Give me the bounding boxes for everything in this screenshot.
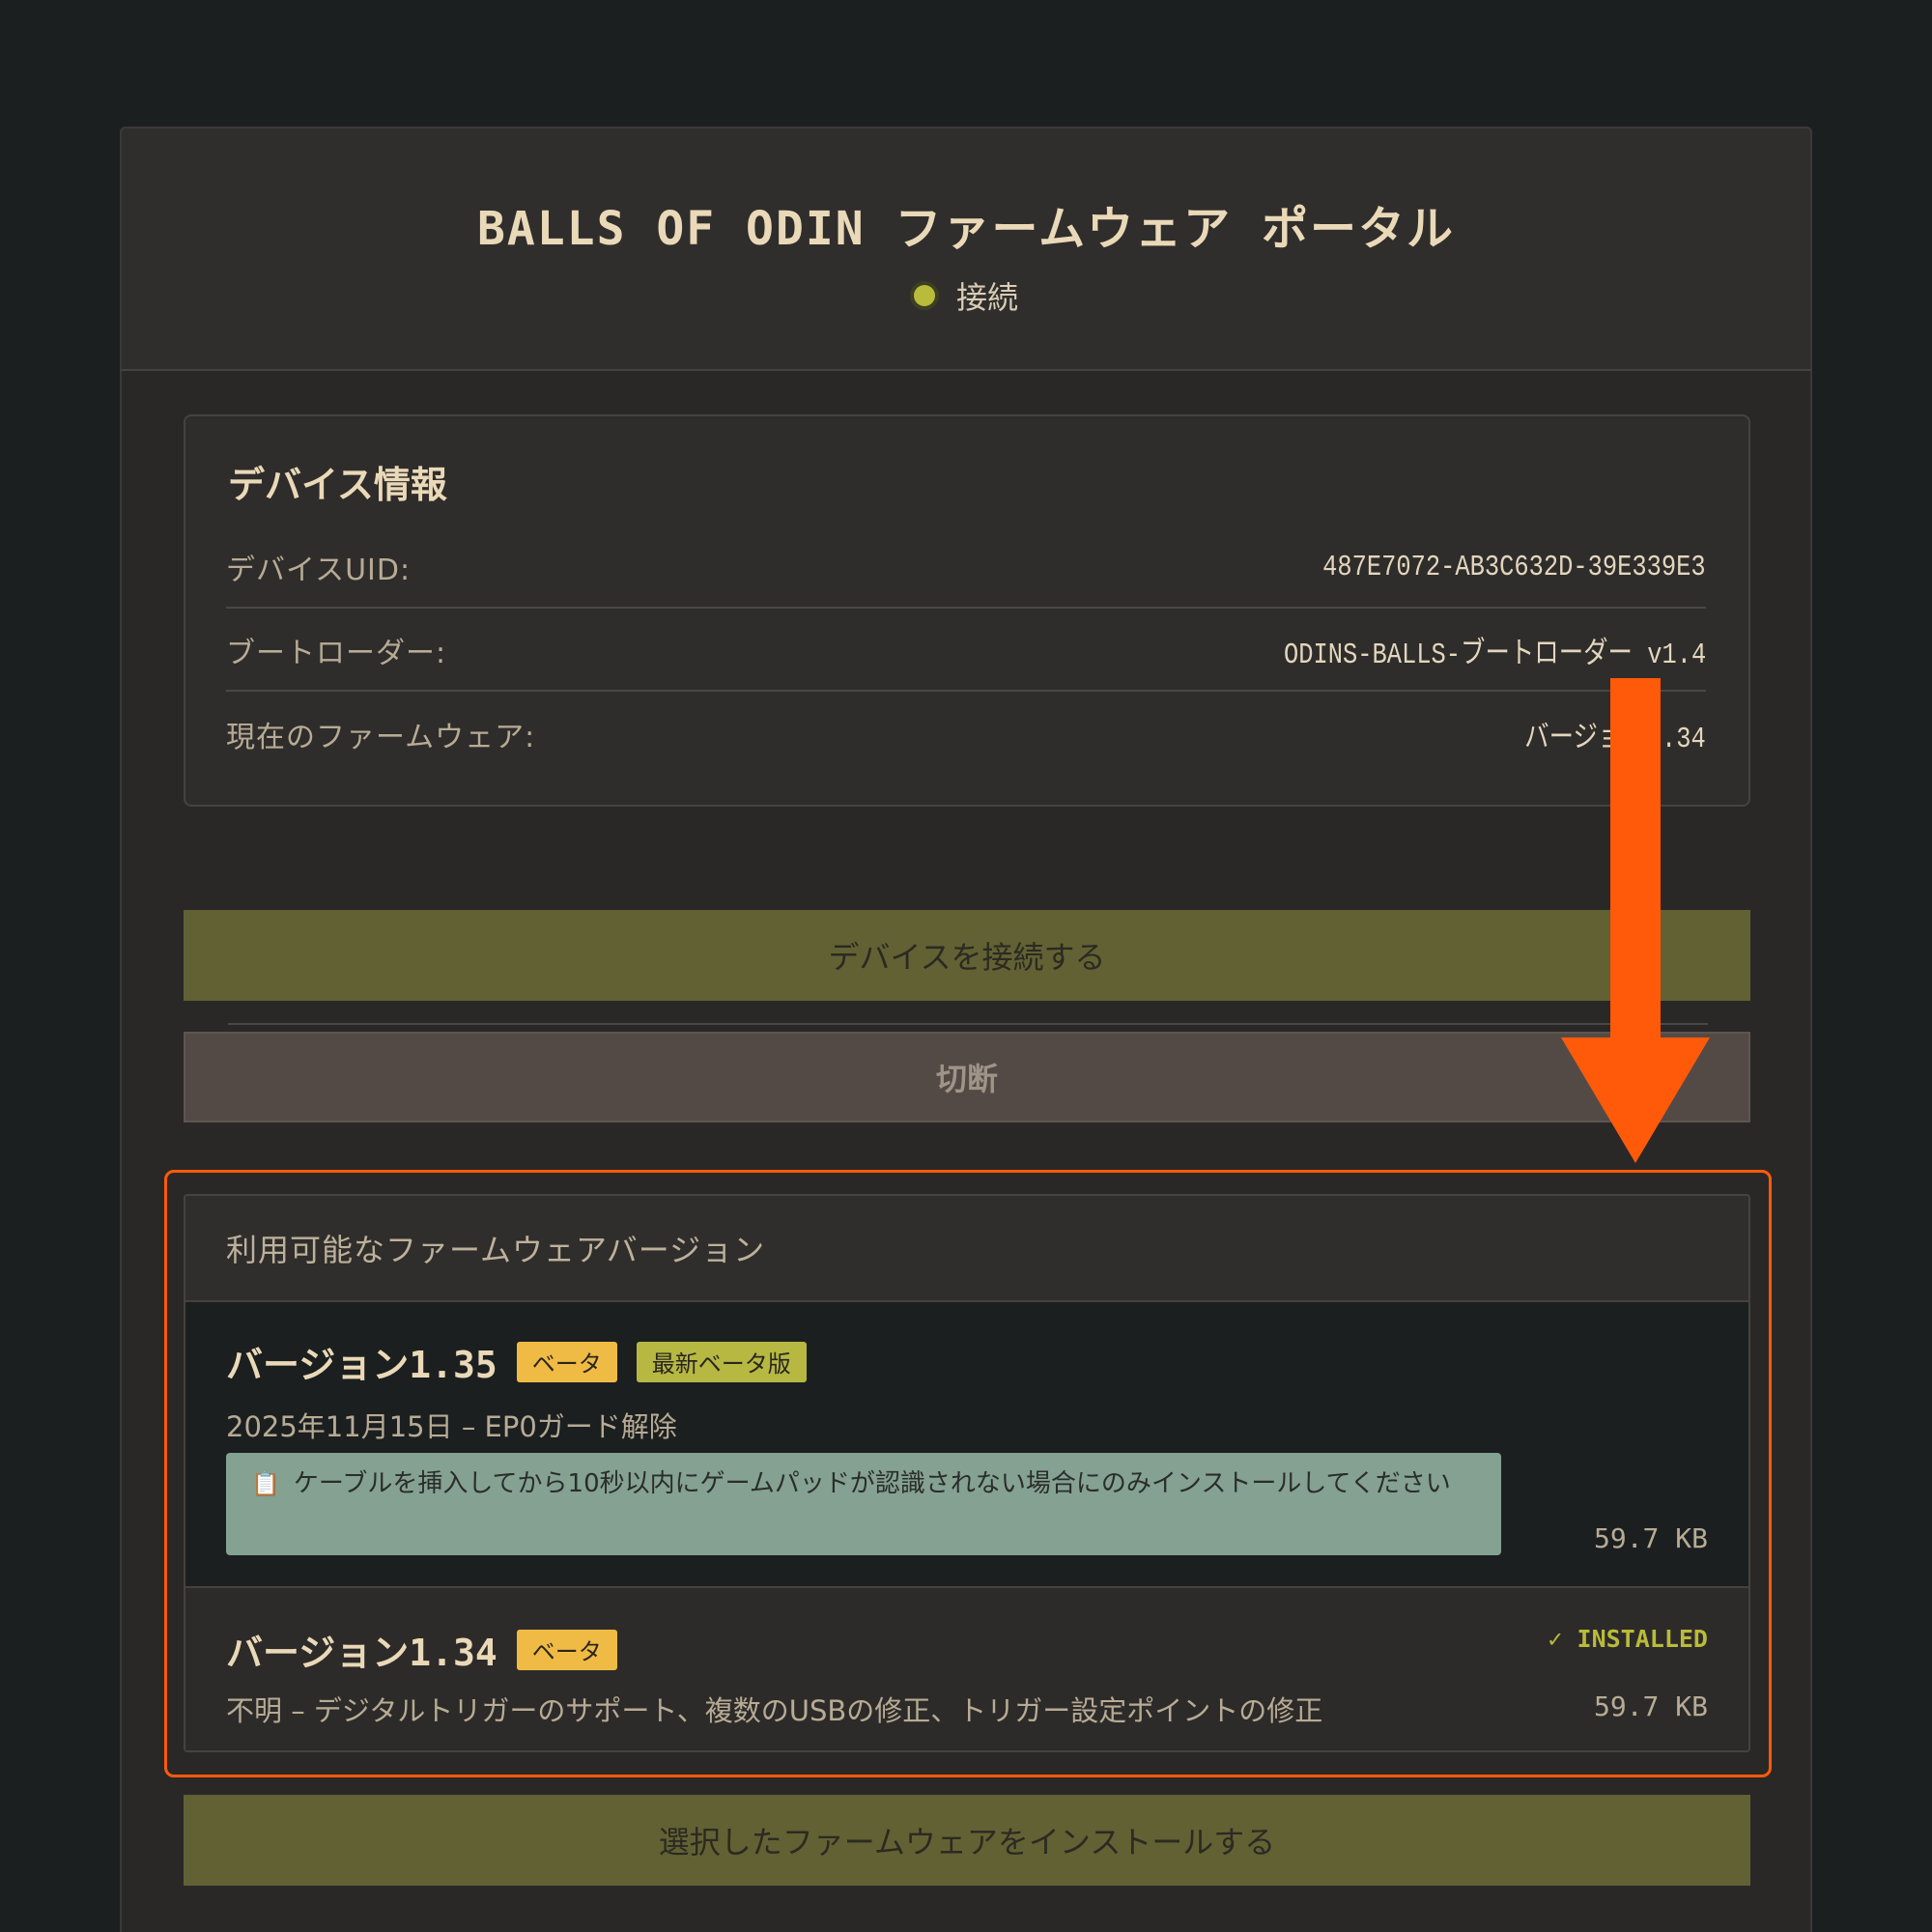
install-firmware-button[interactable]: 選択したファームウェアをインストールする <box>184 1795 1750 1886</box>
firmware-list-header: 利用可能なファームウェアバージョン <box>185 1196 1748 1302</box>
device-info-rows: デバイスUID: 487E7072-AB3C632D-39E339E3 ブートロ… <box>226 527 1706 804</box>
bootloader-value: ODINS-BALLS-ブートローダー v1.4 <box>1283 639 1706 672</box>
firmware-name: バージョン1.34 <box>226 1632 497 1674</box>
device-uid-label: デバイスUID: <box>226 554 412 587</box>
firmware-size: 59.7 KB <box>1593 1690 1708 1722</box>
status-text: 接続 <box>955 279 1018 316</box>
current-firmware-row: 現在のファームウェア: バージョン1.34 <box>226 694 1706 775</box>
bootloader-label: ブートローダー: <box>226 637 447 670</box>
firmware-item-1-35[interactable]: バージョン1.35 ベータ 最新ベータ版 2025年11月15日 – EP0ガー… <box>185 1302 1748 1588</box>
firmware-name: バージョン1.35 <box>226 1344 497 1386</box>
firmware-name-line: バージョン1.35 ベータ 最新ベータ版 <box>226 1335 807 1388</box>
beta-badge: ベータ <box>516 1341 617 1382</box>
firmware-description: 不明 – デジタルトリガーのサポート、複数のUSBの修正、トリガー設定ポイントの… <box>226 1694 1323 1727</box>
connect-device-button[interactable]: デバイスを接続する <box>184 910 1750 1001</box>
device-uid-value: 487E7072-AB3C632D-39E339E3 <box>1322 550 1706 584</box>
disconnect-button[interactable]: 切断 <box>184 1032 1750 1122</box>
firmware-list: 利用可能なファームウェアバージョン バージョン1.35 ベータ 最新ベータ版 2… <box>184 1194 1750 1752</box>
firmware-item-1-34[interactable]: バージョン1.34 ベータ ✓ INSTALLED 不明 – デジタルトリガーの… <box>185 1588 1748 1750</box>
device-uid-row: デバイスUID: 487E7072-AB3C632D-39E339E3 <box>226 527 1706 609</box>
down-arrow-icon <box>1561 678 1710 1163</box>
portal-header: BALLS OF ODIN ファームウェア ポータル 接続 <box>120 127 1812 371</box>
clipboard-icon: 📋 <box>251 1470 280 1497</box>
installed-status: ✓ INSTALLED <box>1548 1625 1708 1653</box>
firmware-note-text: ケーブルを挿入してから10秒以内にゲームパッドが認識されない場合にのみインストー… <box>293 1469 1451 1498</box>
firmware-name-line: バージョン1.34 ベータ <box>226 1623 617 1676</box>
latest-beta-badge: 最新ベータ版 <box>636 1341 807 1382</box>
page-title: BALLS OF ODIN ファームウェア ポータル <box>476 202 1456 256</box>
firmware-note: 📋 ケーブルを挿入してから10秒以内にゲームパッドが認識されない場合にのみインスト… <box>226 1453 1501 1555</box>
bootloader-row: ブートローダー: ODINS-BALLS-ブートローダー v1.4 <box>226 611 1706 692</box>
firmware-size: 59.7 KB <box>1593 1522 1708 1554</box>
connection-status: 接続 <box>122 273 1810 318</box>
firmware-description: 2025年11月15日 – EP0ガード解除 <box>226 1410 677 1443</box>
beta-badge: ベータ <box>516 1629 617 1670</box>
device-info-title: デバイス情報 <box>228 464 447 506</box>
status-dot-icon <box>913 285 935 306</box>
current-firmware-label: 現在のファームウェア: <box>226 721 536 754</box>
